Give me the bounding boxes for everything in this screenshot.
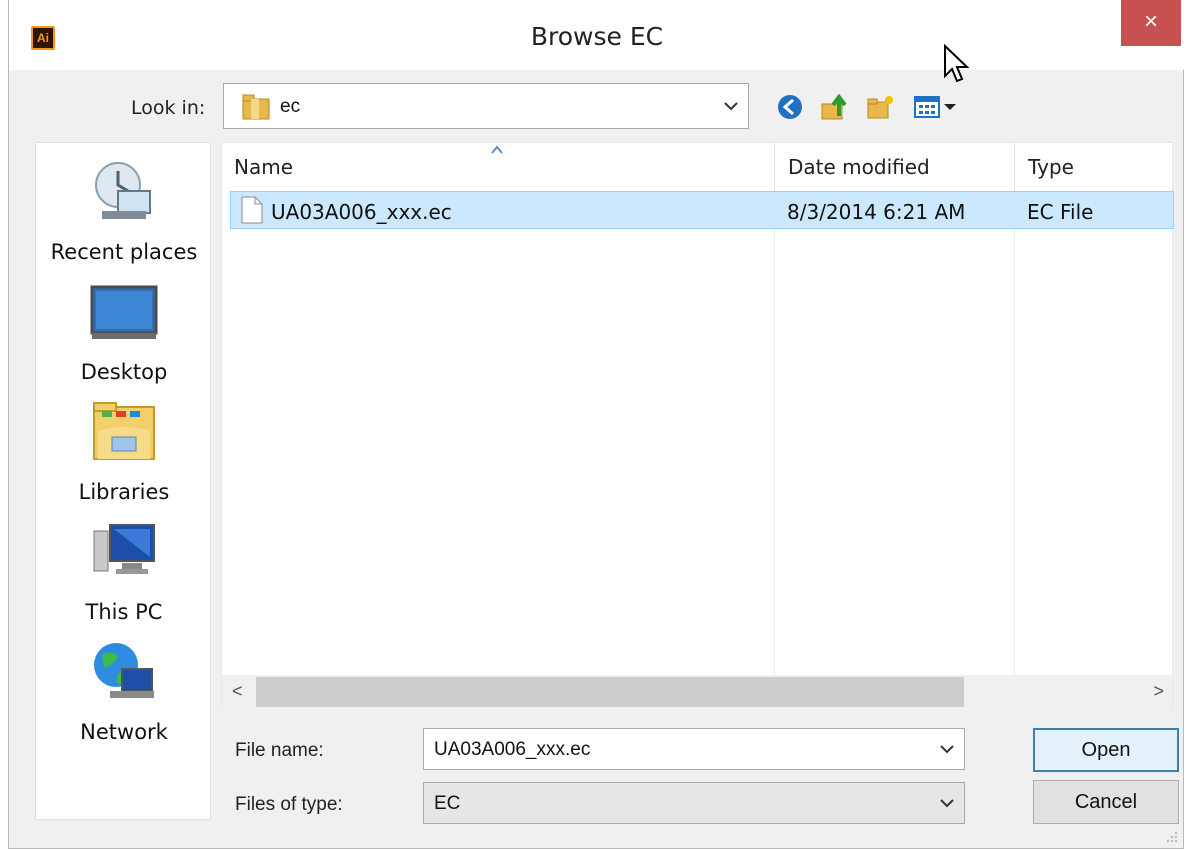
- recent-places-icon: [95, 162, 151, 219]
- file-type-label: Files of type:: [235, 794, 343, 815]
- file-name-cell: UA03A006_xxx.ec: [271, 200, 452, 224]
- file-name-input[interactable]: UA03A006_xxx.ec: [423, 728, 965, 770]
- scrollbar-thumb[interactable]: [256, 677, 964, 707]
- folder-icon: [242, 94, 270, 120]
- column-header-type[interactable]: Type: [1016, 143, 1172, 191]
- file-type-cell: EC File: [1027, 200, 1094, 224]
- cancel-button[interactable]: Cancel: [1033, 780, 1179, 824]
- resize-grip-icon[interactable]: [1165, 830, 1179, 844]
- column-guide: [774, 191, 775, 675]
- look-in-value: ec: [280, 96, 301, 117]
- title-bar: Ai Browse EC ×: [9, 0, 1185, 70]
- new-folder-icon[interactable]: [865, 92, 895, 122]
- place-label: Desktop: [80, 360, 168, 384]
- mouse-cursor-icon: [944, 44, 970, 83]
- file-type-value: EC: [434, 793, 461, 814]
- column-divider[interactable]: [774, 143, 775, 191]
- up-folder-icon[interactable]: [819, 92, 849, 122]
- file-type-select[interactable]: EC: [423, 782, 965, 824]
- file-list[interactable]: Name Date modified Type UA03A006_xxx.ec …: [221, 142, 1174, 709]
- column-divider[interactable]: [1014, 143, 1015, 191]
- place-network[interactable]: Network: [36, 637, 212, 744]
- column-guide: [1014, 191, 1015, 675]
- places-bar: Recent places Desktop Libraries This PC …: [35, 142, 211, 820]
- network-icon: [94, 643, 154, 698]
- view-menu-icon[interactable]: [913, 92, 959, 122]
- chevron-down-icon: [724, 102, 738, 111]
- file-name-label: File name:: [235, 740, 324, 761]
- look-in-dropdown[interactable]: ec: [223, 83, 749, 129]
- place-libraries[interactable]: Libraries: [36, 397, 212, 504]
- place-label: Recent places: [50, 240, 198, 264]
- open-button[interactable]: Open: [1033, 728, 1179, 772]
- libraries-icon: [93, 402, 155, 460]
- look-in-label: Look in:: [131, 97, 206, 119]
- place-label: Network: [80, 720, 168, 744]
- scroll-left-button[interactable]: <: [232, 681, 243, 702]
- place-this-pc[interactable]: This PC: [36, 517, 212, 624]
- column-header-date[interactable]: Date modified: [776, 143, 1014, 191]
- window-title: Browse EC: [530, 22, 664, 51]
- chevron-down-icon[interactable]: [940, 744, 954, 754]
- column-header-name[interactable]: Name: [222, 143, 774, 191]
- place-desktop[interactable]: Desktop: [36, 277, 212, 384]
- file-name-value: UA03A006_xxx.ec: [434, 739, 591, 760]
- desktop-icon: [90, 285, 158, 339]
- file-icon: [241, 196, 263, 224]
- this-pc-icon: [93, 524, 155, 574]
- close-button[interactable]: ×: [1121, 0, 1181, 46]
- place-label: Libraries: [78, 480, 170, 504]
- place-recent-places[interactable]: Recent places: [36, 157, 212, 264]
- place-label: This PC: [85, 600, 163, 624]
- browse-dialog: Ai Browse EC × Look in: ec Recent places…: [8, 0, 1185, 849]
- horizontal-scrollbar[interactable]: < >: [222, 675, 1172, 709]
- back-icon[interactable]: [775, 92, 805, 122]
- scroll-right-button[interactable]: >: [1153, 681, 1164, 702]
- chevron-down-icon: [940, 799, 954, 808]
- table-row[interactable]: UA03A006_xxx.ec 8/3/2014 6:21 AM EC File: [230, 191, 1174, 229]
- file-date-cell: 8/3/2014 6:21 AM: [787, 200, 966, 224]
